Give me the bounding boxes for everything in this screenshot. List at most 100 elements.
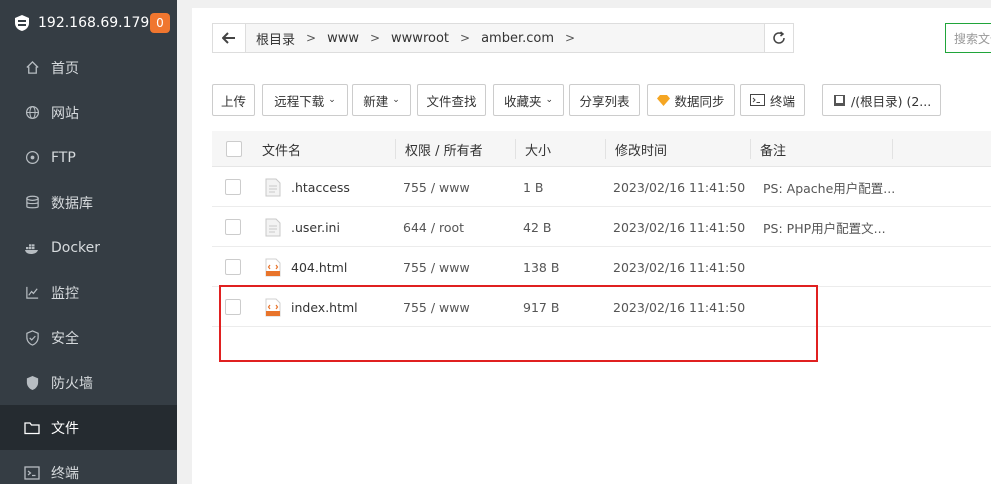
file-modified: 2023/02/16 11:41:50 — [613, 219, 746, 235]
terminal-button[interactable]: 终端 — [740, 84, 805, 116]
column-header-modified[interactable]: 修改时间 — [615, 131, 667, 167]
terminal-label: 终端 — [769, 93, 795, 109]
folder-icon — [24, 420, 40, 436]
sidebar-item-monitor[interactable]: 监控 — [0, 270, 177, 315]
sidebar-item-ftp[interactable]: FTP — [0, 135, 177, 180]
chevron-down-icon: ⌄ — [392, 95, 400, 105]
table-row[interactable]: .user.ini 644 / root 42 B 2023/02/16 11:… — [212, 207, 991, 247]
breadcrumb-root[interactable]: 根目录 — [256, 29, 295, 48]
file-permission[interactable]: 755 / www — [403, 167, 470, 207]
breadcrumb: 根目录 > www > wwwroot > amber.com > — [246, 24, 764, 52]
sidebar-item-website[interactable]: 网站 — [0, 90, 177, 135]
docker-icon — [24, 240, 40, 256]
sidebar-item-label: 防火墙 — [51, 375, 93, 392]
data-sync-button[interactable]: 数据同步 — [647, 84, 735, 116]
sidebar-item-database[interactable]: 数据库 — [0, 180, 177, 225]
file-size: 42 B — [523, 219, 552, 235]
sidebar-item-label: 首页 — [51, 60, 79, 77]
column-header-note: 备注 — [760, 143, 787, 159]
sidebar-item-home[interactable]: 首页 — [0, 45, 177, 90]
terminal-icon — [24, 465, 40, 481]
breadcrumb-amber[interactable]: amber.com — [481, 31, 554, 46]
table-row[interactable]: .htaccess 755 / www 1 B 2023/02/16 11:41… — [212, 167, 991, 207]
home-icon — [24, 60, 40, 76]
notification-badge[interactable]: 0 — [150, 12, 170, 33]
disk-icon — [834, 94, 845, 106]
file-note[interactable]: PS: PHP用户配置文... — [763, 207, 886, 247]
column-divider — [605, 139, 606, 159]
sidebar-item-firewall[interactable]: 防火墙 — [0, 360, 177, 405]
file-name[interactable]: index.html — [291, 287, 358, 327]
new-button[interactable]: 新建 ⌄ — [352, 84, 411, 116]
column-header-permission[interactable]: 权限 / 所有者 — [405, 131, 483, 167]
sidebar-item-files[interactable]: 文件 — [0, 405, 177, 450]
sidebar-item-label: 安全 — [51, 330, 79, 347]
file-name[interactable]: .user.ini — [291, 207, 340, 247]
sidebar-item-security[interactable]: 安全 — [0, 315, 177, 360]
row-checkbox[interactable] — [225, 179, 241, 195]
globe-icon — [24, 105, 40, 121]
select-all-checkbox[interactable] — [226, 141, 242, 157]
remote-download-button[interactable]: 远程下载 ⌄ — [262, 84, 348, 116]
sidebar-item-terminal[interactable]: 终端 — [0, 450, 177, 484]
sidebar-item-label: 终端 — [51, 465, 79, 482]
text-file-icon — [265, 178, 281, 197]
breadcrumb-www[interactable]: www — [327, 31, 359, 46]
terminal-icon — [749, 94, 765, 106]
table-row[interactable]: 404.html 755 / www 138 B 2023/02/16 11:4… — [212, 247, 991, 287]
row-checkbox[interactable] — [225, 219, 241, 235]
monitor-icon — [24, 285, 40, 301]
table-header: 文件名 权限 / 所有者 大小 修改时间 备注 — [212, 131, 991, 167]
chevron-right-icon: > — [306, 31, 317, 45]
disk-label: /(根目录) (2... — [851, 93, 932, 109]
upload-label: 上传 — [220, 93, 246, 109]
new-label: 新建 — [363, 93, 389, 109]
back-button[interactable] — [213, 24, 246, 52]
file-name[interactable]: .htaccess — [291, 167, 350, 207]
favorites-label: 收藏夹 — [503, 93, 542, 109]
file-search-label: 文件查找 — [426, 93, 477, 109]
file-name[interactable]: 404.html — [291, 247, 347, 287]
path-bar: 根目录 > www > wwwroot > amber.com > — [212, 23, 794, 53]
diamond-icon — [657, 94, 671, 106]
share-list-button[interactable]: 分享列表 — [569, 84, 640, 116]
file-modified: 2023/02/16 11:41:50 — [613, 259, 746, 275]
share-list-label: 分享列表 — [579, 93, 630, 109]
database-icon — [24, 195, 40, 211]
sidebar-item-label: 监控 — [51, 285, 79, 302]
column-header-size[interactable]: 大小 — [525, 131, 551, 167]
html-file-icon — [265, 298, 281, 317]
sidebar-item-label: Docker — [51, 239, 101, 256]
sidebar-item-docker[interactable]: Docker — [0, 225, 177, 270]
search-input[interactable]: 搜索文件 — [945, 23, 991, 53]
file-search-button[interactable]: 文件查找 — [417, 84, 486, 116]
sidebar-item-label: 网站 — [51, 105, 79, 122]
file-permission[interactable]: 755 / www — [403, 247, 470, 287]
chevron-down-icon: ⌄ — [545, 95, 554, 105]
column-divider — [750, 139, 751, 159]
upload-button[interactable]: 上传 — [212, 84, 255, 116]
refresh-button[interactable] — [764, 24, 793, 52]
column-divider — [892, 139, 893, 159]
column-header-name[interactable]: 文件名 — [262, 131, 301, 167]
file-table: 文件名 权限 / 所有者 大小 修改时间 备注 .htaccess 755 / … — [212, 131, 991, 327]
row-checkbox[interactable] — [225, 259, 241, 275]
sidebar-header: 192.168.69.179 0 — [0, 0, 177, 45]
disk-button[interactable]: /(根目录) (2... — [822, 84, 941, 116]
sidebar-item-label: FTP — [51, 149, 76, 166]
chevron-right-icon: > — [565, 31, 576, 45]
breadcrumb-wwwroot[interactable]: wwwroot — [391, 31, 449, 46]
data-sync-label: 数据同步 — [674, 93, 725, 109]
table-row[interactable]: index.html 755 / www 917 B 2023/02/16 11… — [212, 287, 991, 327]
file-note[interactable]: PS: Apache用户配置... — [763, 167, 895, 207]
file-modified: 2023/02/16 11:41:50 — [613, 299, 746, 315]
html-file-icon — [265, 258, 281, 277]
row-checkbox[interactable] — [225, 299, 241, 315]
file-permission[interactable]: 755 / www — [403, 287, 470, 327]
sidebar-item-label: 数据库 — [51, 195, 93, 212]
refresh-icon — [773, 31, 785, 44]
file-modified: 2023/02/16 11:41:50 — [613, 179, 746, 195]
file-permission[interactable]: 644 / root — [403, 207, 464, 247]
sidebar: 192.168.69.179 0 首页 网站 FTP 数据库 Docker 监控… — [0, 0, 177, 484]
favorites-button[interactable]: 收藏夹 ⌄ — [493, 84, 564, 116]
